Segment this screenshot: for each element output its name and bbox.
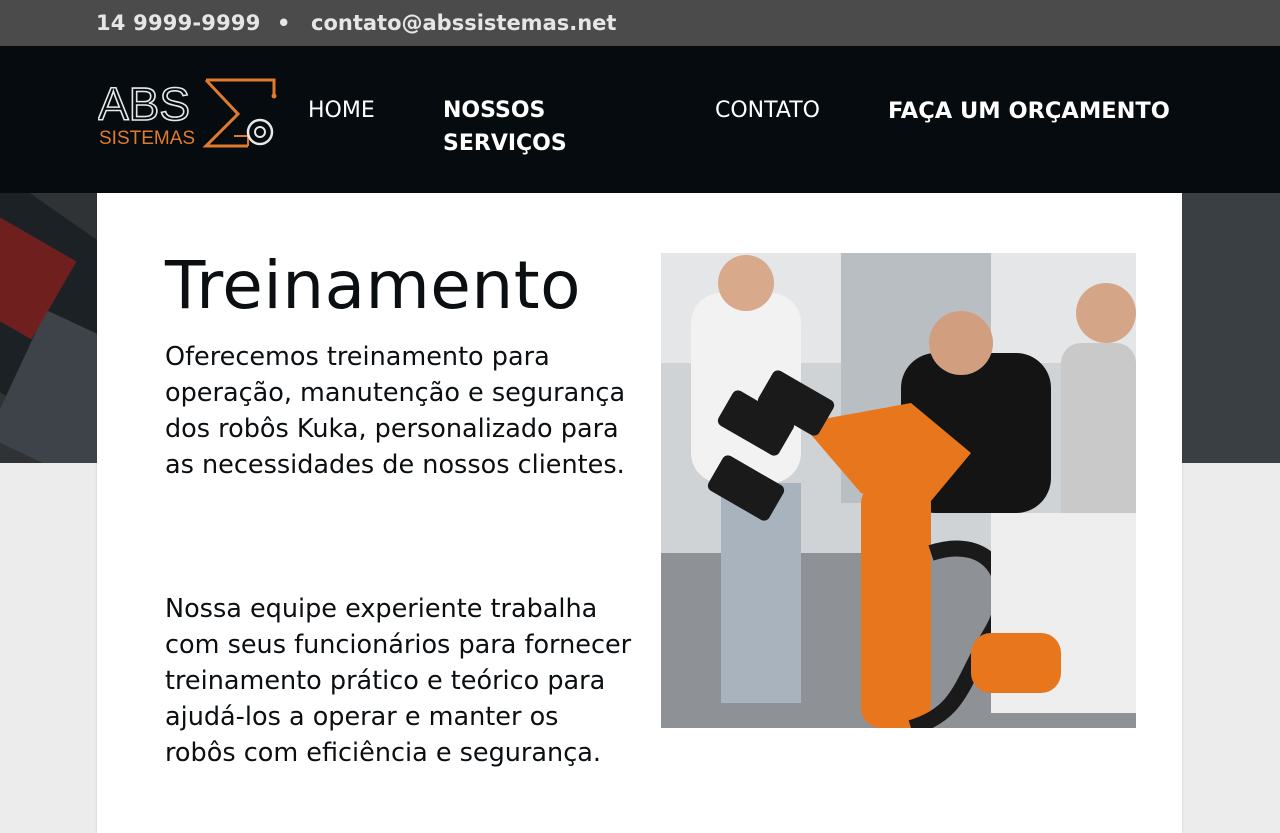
robot-training-image (661, 253, 1136, 728)
intro-paragraph: Oferecemos treinamento para operação, ma… (165, 342, 626, 480)
email-link[interactable]: contato@abssistemas.net (311, 11, 616, 35)
nav-contact[interactable]: CONTATO (715, 94, 820, 127)
main-navigation: ABS SISTEMAS HOME NOSSOS SERVIÇOS CONTAT… (0, 46, 1280, 193)
nav-quote[interactable]: FAÇA UM ORÇAMENTO (888, 95, 1170, 128)
content-card: Treinamento Oferecemos treinamento para … (97, 193, 1182, 833)
logo-text-sub: SISTEMAS (99, 128, 195, 149)
team-paragraph: Nossa equipe experiente trabalha com seu… (165, 594, 632, 768)
logo-text-main: ABS (98, 78, 190, 130)
nav-home[interactable]: HOME (308, 94, 375, 127)
separator-dot: • (277, 11, 291, 35)
page-title: Treinamento (165, 247, 582, 324)
phone-number[interactable]: 14 9999-9999 (96, 11, 261, 35)
nav-services[interactable]: NOSSOS SERVIÇOS (443, 94, 593, 160)
gear-icon (246, 118, 274, 146)
training-photo (661, 253, 1136, 728)
abs-sistemas-logo[interactable]: ABS SISTEMAS (97, 74, 282, 154)
logo-graphic: ABS SISTEMAS (97, 77, 277, 149)
top-contact-bar: 14 9999-9999 • contato@abssistemas.net (0, 0, 1280, 46)
